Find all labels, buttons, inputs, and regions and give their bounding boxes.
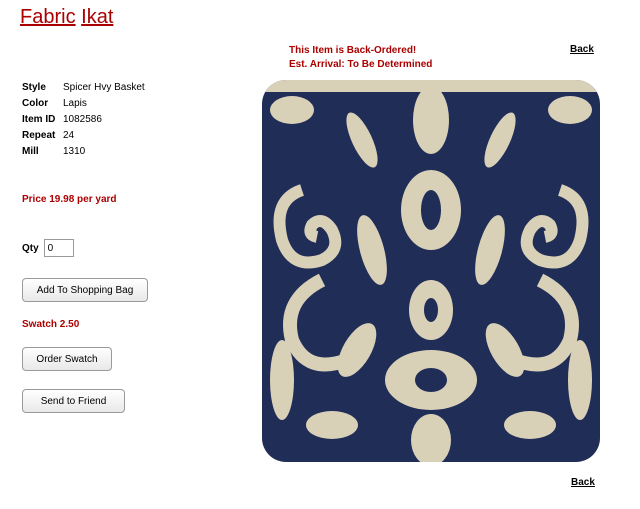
backorder-notice: This Item is Back-Ordered! Est. Arrival:… [289,44,432,72]
swatch-price: Swatch 2.50 [22,319,80,330]
spec-row-color: Color Lapis [22,96,145,112]
add-to-bag-button[interactable]: Add To Shopping Bag [22,278,148,302]
fabric-image [262,80,600,462]
spec-value: 1310 [63,146,86,157]
spec-value: 1082586 [63,114,102,125]
send-to-friend-button[interactable]: Send to Friend [22,389,125,413]
title-link-fabric[interactable]: Fabric [20,6,76,28]
spec-row-item-id: Item ID 1082586 [22,112,145,128]
spec-label: Color [22,98,49,109]
spec-label: Mill [22,146,39,157]
quantity-label: Qty [22,242,39,254]
page-title: Fabric Ikat [20,6,113,29]
spec-row-style: Style Spicer Hvy Basket [22,80,145,96]
product-specs: Style Spicer Hvy Basket Color Lapis Item… [22,80,145,160]
spec-value: Lapis [63,98,87,109]
spec-label: Item ID [22,114,56,125]
price-per-yard: Price 19.98 per yard [22,194,117,205]
title-link-ikat[interactable]: Ikat [81,6,113,28]
spec-label: Repeat [22,130,56,141]
backorder-status: This Item is Back-Ordered! [289,45,417,56]
order-swatch-button[interactable]: Order Swatch [22,347,112,371]
spec-row-repeat: Repeat 24 [22,128,145,144]
spec-row-mill: Mill 1310 [22,144,145,160]
spec-value: Spicer Hvy Basket [63,82,145,93]
quantity-input[interactable] [43,239,74,257]
back-link-bottom[interactable]: Back [571,477,595,488]
quantity-row: Qty [22,239,74,257]
ikat-pattern-image [262,80,600,462]
estimated-arrival: Est. Arrival: To Be Determined [289,59,433,70]
back-link-top[interactable]: Back [570,44,594,55]
spec-value: 24 [63,130,75,141]
spec-label: Style [22,82,46,93]
